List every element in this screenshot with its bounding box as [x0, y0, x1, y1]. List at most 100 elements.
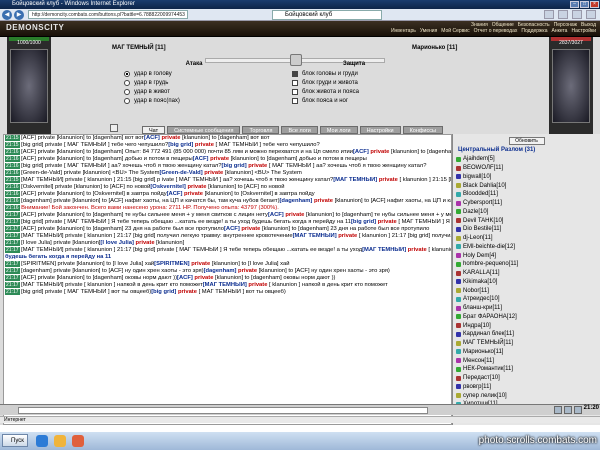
room-user[interactable]: Cybersport[11] — [453, 199, 600, 208]
room-user[interactable]: Передаст[10] — [453, 374, 600, 383]
top-link[interactable]: Мой Сервис — [441, 28, 469, 34]
user-name[interactable]: Kikimaka[10] — [463, 278, 497, 286]
user-name[interactable]: рвовгр[11] — [463, 383, 491, 391]
defense-option[interactable]: блок груди и живота — [290, 78, 418, 87]
chat-input[interactable] — [18, 407, 428, 414]
close-button[interactable]: × — [590, 1, 599, 8]
room-user[interactable]: Кардинал блек[11] — [453, 330, 600, 339]
room-user[interactable]: Атреидес[10] — [453, 295, 600, 304]
chat-sender[interactable]: [ACF] — [144, 135, 161, 141]
top-link[interactable]: Анкета — [551, 28, 567, 34]
chat-sender[interactable]: [Oskvernitel] — [150, 184, 187, 190]
tab-3[interactable]: Все логи — [281, 126, 318, 134]
user-name[interactable]: Ajaihdem[5] — [463, 155, 495, 163]
tab-4[interactable]: Мои логи — [319, 126, 358, 134]
user-name[interactable]: Марионько[11] — [463, 348, 503, 356]
defense-checkbox[interactable] — [292, 97, 298, 104]
attack-option[interactable]: удар в живот — [116, 87, 272, 96]
clear-icon[interactable] — [574, 406, 582, 414]
chat-sender[interactable]: [ACF] — [224, 226, 241, 232]
room-user[interactable]: dj-Leon[11] — [453, 234, 600, 243]
user-name[interactable]: Кардинал блек[11] — [463, 330, 514, 338]
user-name[interactable]: Менсон[11] — [463, 357, 494, 365]
room-user[interactable]: Dio Bestile[11] — [453, 225, 600, 234]
user-name[interactable]: Cybersport[11] — [463, 199, 502, 207]
media-icon[interactable] — [72, 435, 84, 447]
attack-radio[interactable] — [124, 88, 130, 95]
forward-icon[interactable]: ▶ — [14, 10, 24, 20]
room-user[interactable]: МАГ ТЕМНЫЙ[11] — [453, 339, 600, 348]
chat-sender[interactable]: [big grid] — [168, 142, 195, 148]
user-name[interactable]: Nobor[11] — [463, 287, 489, 295]
user-name[interactable]: BEOWOЛF[11] — [463, 164, 503, 172]
user-name[interactable]: EMI-beichte-die[12] — [463, 243, 515, 251]
top-link[interactable]: Настройки — [571, 28, 596, 34]
maximize-button[interactable]: □ — [580, 1, 589, 8]
chat-sender[interactable]: [big grid] — [151, 289, 178, 295]
send-icon[interactable] — [554, 406, 562, 414]
user-name[interactable]: МАГ ТЕМНЫЙ[11] — [463, 339, 513, 347]
user-name[interactable]: Передаст[10] — [463, 374, 500, 382]
attack-radio[interactable] — [124, 70, 130, 77]
smile-icon[interactable] — [564, 406, 572, 414]
room-user[interactable]: Holy Dem[4] — [453, 251, 600, 260]
top-link[interactable]: Инвентарь — [391, 28, 416, 34]
top-link[interactable]: Отчет о переводах — [474, 28, 518, 34]
user-name[interactable]: KARALLA[11] — [463, 269, 500, 277]
attack-option[interactable]: удар в пояс(пах) — [116, 96, 272, 105]
chat-sender[interactable]: [I love Julia] — [100, 240, 135, 246]
chat-sender[interactable]: [ACF] — [193, 156, 210, 162]
defense-option[interactable]: блок пояса и ног — [290, 96, 418, 105]
defense-option[interactable]: блок головы и груди — [290, 69, 418, 78]
attack-option[interactable]: удар в грудь — [116, 78, 272, 87]
user-name[interactable]: bigwall[10] — [463, 173, 491, 181]
room-user[interactable]: рвовгр[11] — [453, 383, 600, 392]
user-name[interactable]: Индра[10] — [463, 322, 491, 330]
print-icon[interactable] — [572, 10, 582, 19]
chat-sender[interactable]: [ACF] — [167, 191, 184, 197]
room-user[interactable]: Nobor[11] — [453, 286, 600, 295]
user-name[interactable]: Holy Dem[4] — [463, 252, 496, 260]
attack-radio[interactable] — [124, 79, 130, 86]
refresh-button[interactable]: Обновить — [508, 137, 545, 145]
chat-sender[interactable]: [dagenham] — [204, 268, 238, 274]
room-user[interactable]: KARALLA[11] — [453, 269, 600, 278]
defense-checkbox[interactable] — [292, 70, 298, 77]
room-user[interactable]: бланш-кри[11] — [453, 304, 600, 313]
explorer-icon[interactable] — [54, 435, 66, 447]
chat-sender[interactable]: [МАГ ТЕМНЫЙ] — [333, 177, 379, 183]
room-user[interactable]: Ajaihdem[5] — [453, 155, 600, 164]
chat-sender[interactable]: [dagenham] — [280, 198, 314, 204]
chat-sender[interactable]: [Green-de-Vald] — [159, 170, 204, 176]
room-user[interactable]: супер лелик[10] — [453, 391, 600, 400]
user-name[interactable]: Black Dahlia[10] — [463, 182, 506, 190]
tab-1[interactable]: Системные сообщения — [167, 126, 241, 134]
ie-icon[interactable] — [36, 435, 48, 447]
back-icon[interactable]: ◀ — [2, 10, 12, 20]
room-user[interactable]: Dazle[10] — [453, 208, 600, 217]
tab-0[interactable]: Чат — [142, 126, 166, 134]
chat-sender[interactable]: [ACF] — [268, 212, 285, 218]
user-name[interactable]: Брат ФАРАОНА[12] — [463, 313, 517, 321]
room-user[interactable]: Devil TAHK[10] — [453, 216, 600, 225]
room-user[interactable]: Bloodded[11] — [453, 190, 600, 199]
tab-6[interactable]: Конфиcсы — [402, 126, 443, 134]
room-user[interactable]: НЕК-Романтик[11] — [453, 365, 600, 374]
chat-sender[interactable]: [big grid] — [351, 219, 378, 225]
chat-sender[interactable]: [МАГ ТЕМНЫЙ] — [293, 233, 339, 239]
chat-log[interactable]: 21:15 [ACF] private [klanunion] to [dage… — [3, 134, 452, 425]
right-fighter-name[interactable]: Марионько [11] — [412, 45, 457, 51]
room-user[interactable]: BEOWOЛF[11] — [453, 164, 600, 173]
attack-radio[interactable] — [124, 97, 130, 104]
user-name[interactable]: бланш-кри[11] — [463, 304, 502, 312]
user-name[interactable]: супер лелик[10] — [463, 392, 507, 400]
room-user[interactable]: Black Dahlia[10] — [453, 181, 600, 190]
room-user[interactable]: Индра[10] — [453, 321, 600, 330]
chat-sender[interactable]: [SPIRITMEN] — [154, 261, 191, 267]
user-name[interactable]: hombre-pequeno[11] — [463, 260, 518, 268]
chat-sender[interactable]: [МАГ ТЕМНЫЙ] — [362, 247, 408, 253]
user-name[interactable]: Атреидес[10] — [463, 295, 500, 303]
chat-sender[interactable]: [МАГ ТЕМНЫЙ] — [203, 282, 249, 288]
user-name[interactable]: dj-Leon[11] — [463, 234, 493, 242]
top-link[interactable]: Поддержка — [521, 28, 547, 34]
